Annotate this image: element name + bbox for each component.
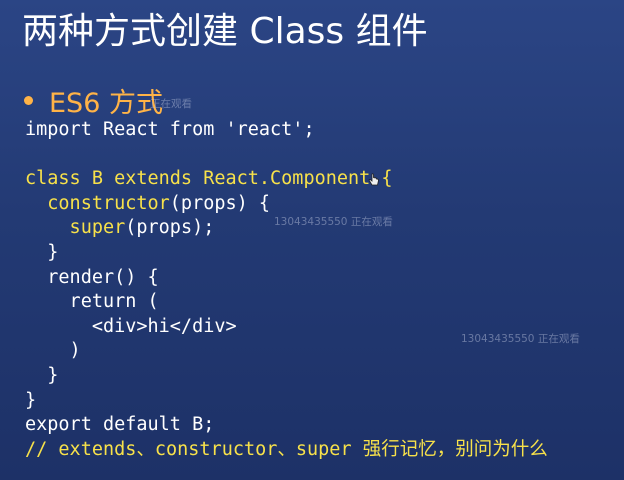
code-token: super — [25, 217, 126, 239]
code-token: (props); — [125, 217, 215, 239]
code-line: return ( — [25, 290, 548, 315]
slide: 两种方式创建 Class 组件 ES6 方式 import React from… — [0, 0, 624, 480]
code-line: export default B; — [25, 413, 548, 438]
watermark: 13043435550 正在观看 — [274, 216, 393, 228]
code-line: import React from 'react'; — [25, 118, 548, 143]
code-block: import React from 'react'; class B exten… — [25, 118, 548, 462]
code-line: } — [25, 389, 548, 414]
code-token: render() { — [25, 266, 159, 288]
code-line: // extends、constructor、super 强行记忆，别问为什么 — [25, 438, 548, 463]
code-token: class B extends React.Component { — [25, 168, 393, 190]
watermark: 13043435550 正在观看 — [461, 333, 580, 345]
code-token: (props) { — [169, 192, 271, 214]
bullet-dot-icon — [24, 95, 33, 105]
code-line: } — [25, 241, 548, 266]
pointer-cursor-icon — [368, 173, 379, 186]
code-token: return ( — [25, 291, 159, 313]
code-line: render() { — [25, 266, 548, 291]
code-token: } — [25, 389, 37, 411]
code-token: } — [25, 241, 59, 263]
slide-title: 两种方式创建 Class 组件 — [22, 11, 428, 52]
bullet-item: ES6 方式 — [24, 84, 163, 119]
code-token: <div>hi</div> — [25, 315, 237, 337]
code-token: export default B; — [25, 414, 215, 436]
watermark: 正在观看 — [150, 98, 192, 110]
code-token: import React from 'react'; — [25, 119, 315, 140]
code-line: } — [25, 364, 548, 389]
code-token: } — [25, 364, 59, 386]
code-line: class B extends React.Component { — [25, 167, 548, 192]
code-line: constructor(props) { — [25, 192, 548, 217]
code-token: ) — [25, 340, 81, 362]
bullet-text: ES6 方式 — [49, 87, 163, 119]
code-token: constructor — [25, 192, 170, 214]
code-token: // extends、constructor、super 强行记忆，别问为什么 — [25, 438, 548, 460]
